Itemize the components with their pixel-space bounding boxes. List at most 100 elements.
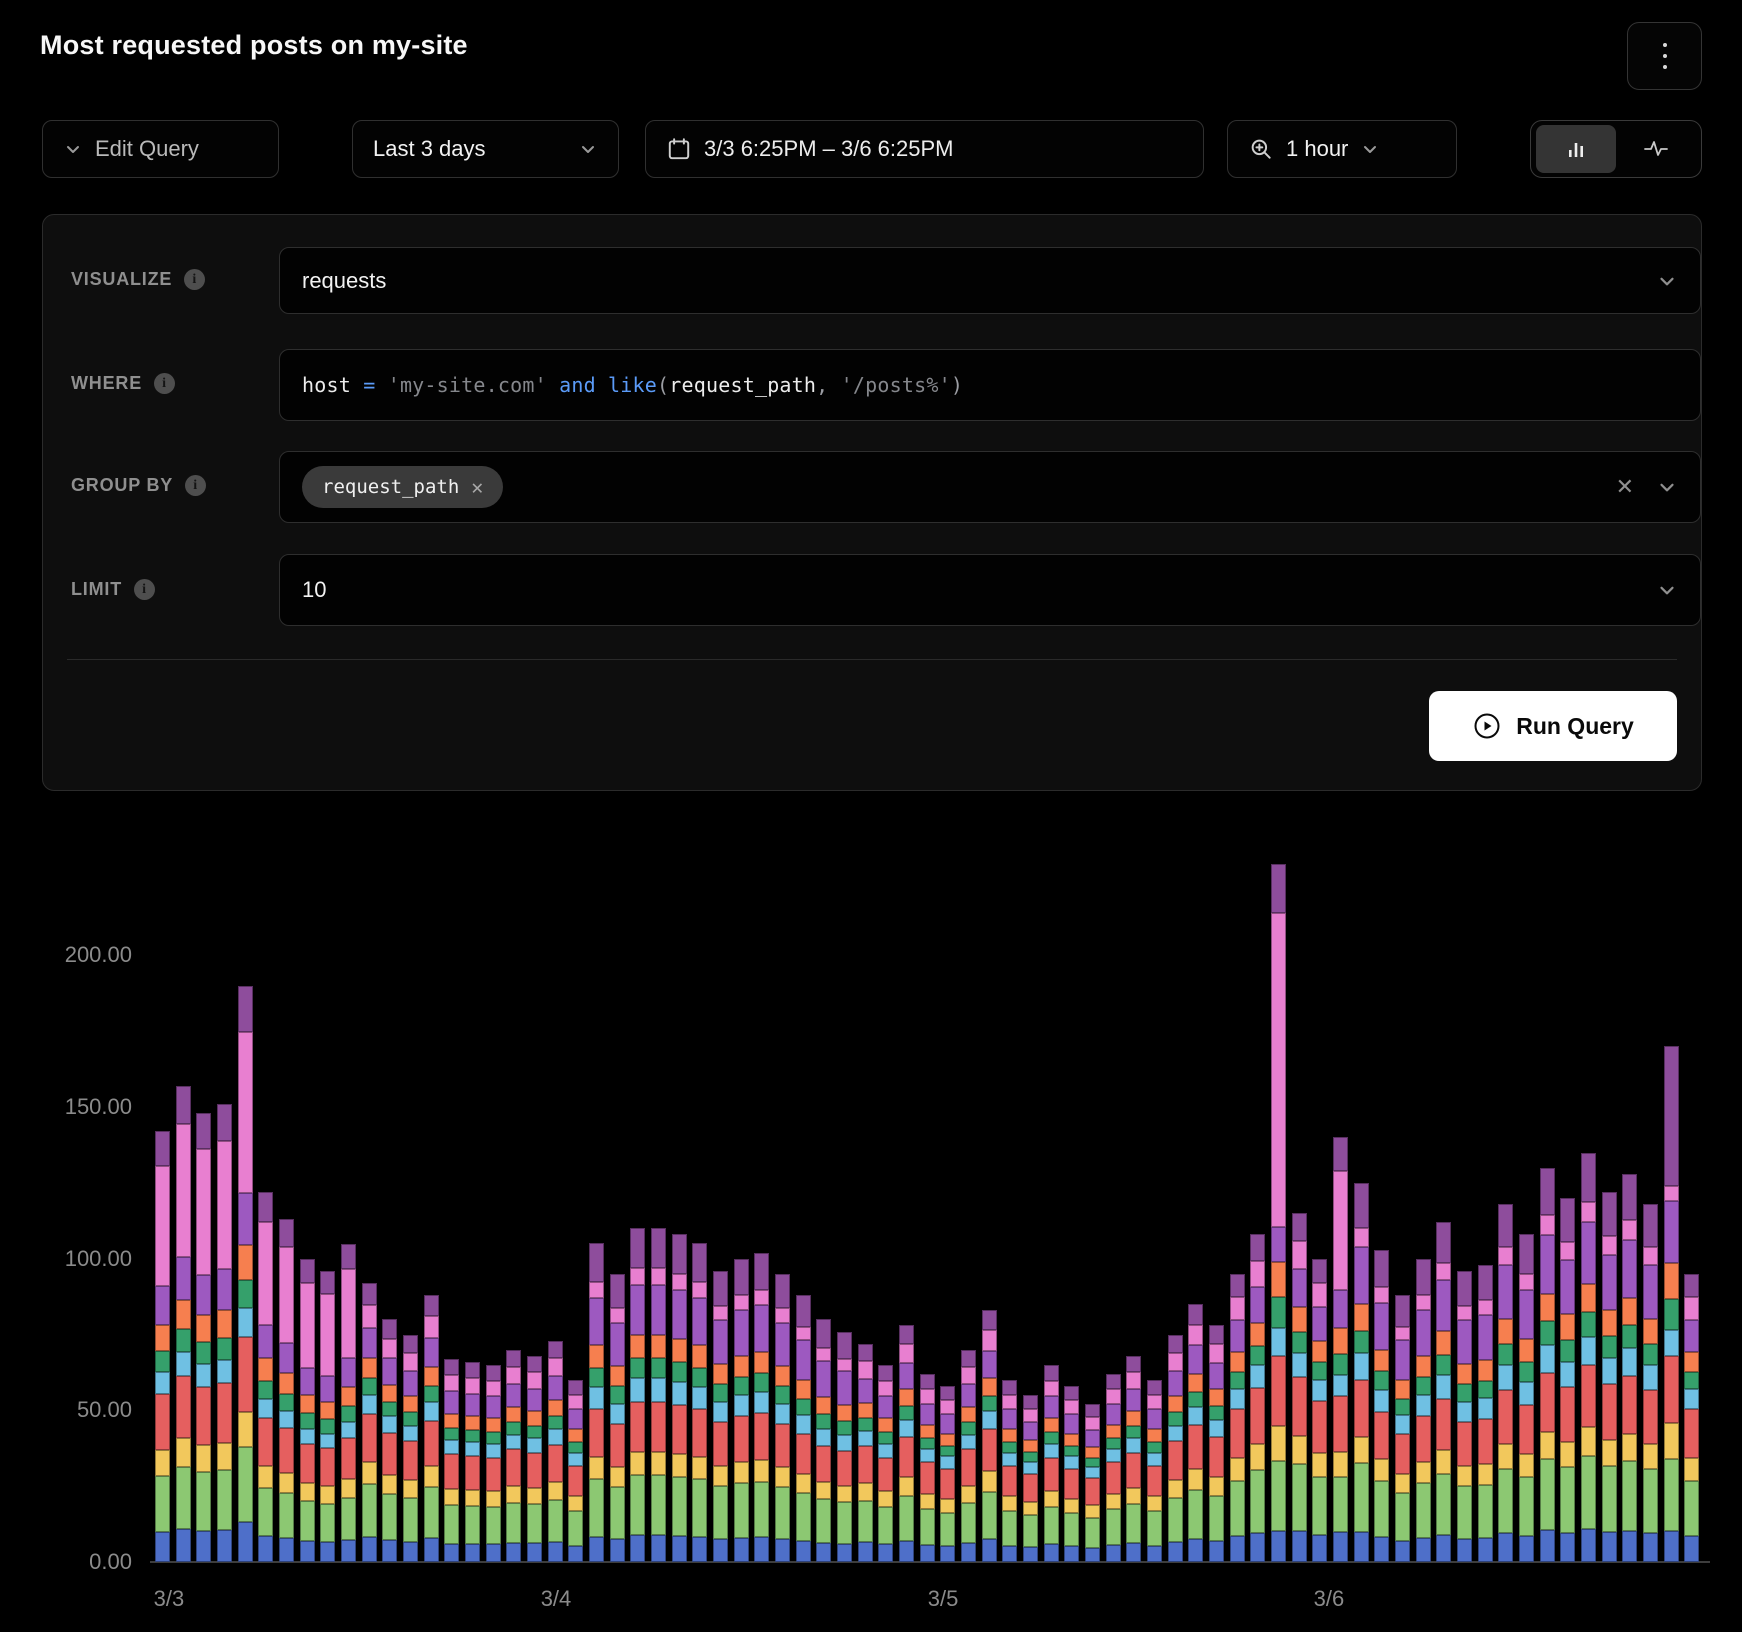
chart-bar[interactable] [424,1295,439,1562]
chart-bar[interactable] [754,1253,769,1562]
chart-bar[interactable] [1416,1259,1431,1562]
chart-bar[interactable] [837,1331,852,1562]
granularity-select[interactable]: 1 hour [1227,120,1457,178]
chart-bar[interactable] [610,1274,625,1562]
visualize-select[interactable]: requests [279,247,1701,314]
chart-bar[interactable] [1540,1168,1555,1562]
chart-bar[interactable] [403,1334,418,1562]
chart-bar[interactable] [589,1243,604,1562]
run-query-button[interactable]: Run Query [1429,691,1677,761]
chart-bar[interactable] [1085,1404,1100,1562]
chart-bar[interactable] [1188,1304,1203,1562]
chart-bar[interactable] [672,1234,687,1562]
chart-bar[interactable] [320,1271,335,1562]
clear-group-by-icon[interactable]: ✕ [1616,474,1634,500]
chart-bar[interactable] [300,1259,315,1562]
bar-segment [176,1086,191,1124]
chart-bar[interactable] [1478,1265,1493,1562]
more-options-button[interactable] [1627,22,1702,90]
chart-bar[interactable] [238,986,253,1562]
edit-query-button[interactable]: Edit Query [42,120,279,178]
bar-segment [961,1367,976,1384]
group-by-chip[interactable]: request_path ✕ [302,466,503,508]
chart-bar[interactable] [734,1259,749,1562]
chart-bar[interactable] [630,1228,645,1562]
chart-bar[interactable] [176,1086,191,1562]
bar-chart-toggle[interactable] [1536,125,1616,173]
chart-bar[interactable] [527,1356,542,1562]
chart-bar[interactable] [982,1310,997,1562]
chart-bar[interactable] [1250,1234,1265,1562]
bar-segment [1602,1192,1617,1236]
chart-bar[interactable] [1271,864,1286,1562]
chart-bar[interactable] [1002,1380,1017,1562]
chart-bar[interactable] [692,1243,707,1562]
bar-segment [1333,1477,1348,1532]
chart-bar[interactable] [1354,1183,1369,1562]
chart-bar[interactable] [1374,1250,1389,1563]
chart-bar[interactable] [961,1350,976,1562]
chart-bar[interactable] [1664,1046,1679,1562]
chart-bar[interactable] [486,1365,501,1562]
chart-bar[interactable] [775,1274,790,1562]
chart-bar[interactable] [279,1219,294,1562]
chart-bar[interactable] [1519,1234,1534,1562]
chart-bar[interactable] [1457,1271,1472,1562]
chart-bar[interactable] [1147,1380,1162,1562]
chart-bar[interactable] [1044,1365,1059,1562]
chart-bar[interactable] [1312,1259,1327,1562]
chart-bar[interactable] [796,1295,811,1562]
chart-bar[interactable] [155,1131,170,1562]
chart-bar[interactable] [878,1365,893,1562]
chart-bar[interactable] [1292,1213,1307,1562]
chart-bar[interactable] [341,1243,356,1562]
bar-segment [176,1329,191,1353]
info-icon[interactable]: i [134,579,155,600]
chart-bar[interactable] [362,1283,377,1562]
chart-bar[interactable] [1395,1295,1410,1562]
chart-bar[interactable] [1064,1386,1079,1562]
chart-bar[interactable] [713,1271,728,1562]
chart-bar[interactable] [1498,1204,1513,1562]
chart-bar[interactable] [444,1359,459,1562]
chart-bar[interactable] [568,1380,583,1562]
chart-bar[interactable] [899,1325,914,1562]
chart-bar[interactable] [382,1319,397,1562]
info-icon[interactable]: i [185,475,206,496]
bar-segment [796,1434,811,1474]
chart-bar[interactable] [1436,1222,1451,1562]
chart-bar[interactable] [920,1374,935,1562]
info-icon[interactable]: i [154,373,175,394]
chart-bar[interactable] [506,1350,521,1562]
chart-bar[interactable] [1126,1356,1141,1562]
chart-bar[interactable] [258,1192,273,1562]
chart-bar[interactable] [1560,1198,1575,1562]
group-by-select[interactable]: request_path ✕ ✕ [279,451,1701,523]
chart-bar[interactable] [1581,1152,1596,1562]
time-range-select[interactable]: Last 3 days [352,120,619,178]
chart-bar[interactable] [1643,1204,1658,1562]
chart-bar[interactable] [651,1228,666,1562]
chart-bar[interactable] [465,1362,480,1562]
chart-bar[interactable] [1602,1192,1617,1562]
chart-bar[interactable] [217,1104,232,1562]
chart-bar[interactable] [548,1341,563,1562]
chart-bar[interactable] [1106,1374,1121,1562]
chart-bar[interactable] [1209,1325,1224,1562]
date-range-button[interactable]: 3/3 6:25PM – 3/6 6:25PM [645,120,1204,178]
chart-bar[interactable] [1622,1174,1637,1562]
chart-bar[interactable] [1333,1137,1348,1562]
line-chart-toggle[interactable] [1616,125,1696,173]
close-icon[interactable]: ✕ [471,475,483,499]
where-input[interactable]: host = 'my-site.com' and like(request_pa… [279,349,1701,421]
chart-bar[interactable] [940,1386,955,1562]
chart-bar[interactable] [1684,1274,1699,1562]
chart-bar[interactable] [196,1113,211,1562]
chart-bar[interactable] [1168,1334,1183,1562]
chart-bar[interactable] [1230,1274,1245,1562]
info-icon[interactable]: i [184,269,205,290]
limit-select[interactable]: 10 [279,554,1701,626]
chart-bar[interactable] [858,1344,873,1562]
chart-bar[interactable] [816,1319,831,1562]
chart-bar[interactable] [1023,1395,1038,1562]
